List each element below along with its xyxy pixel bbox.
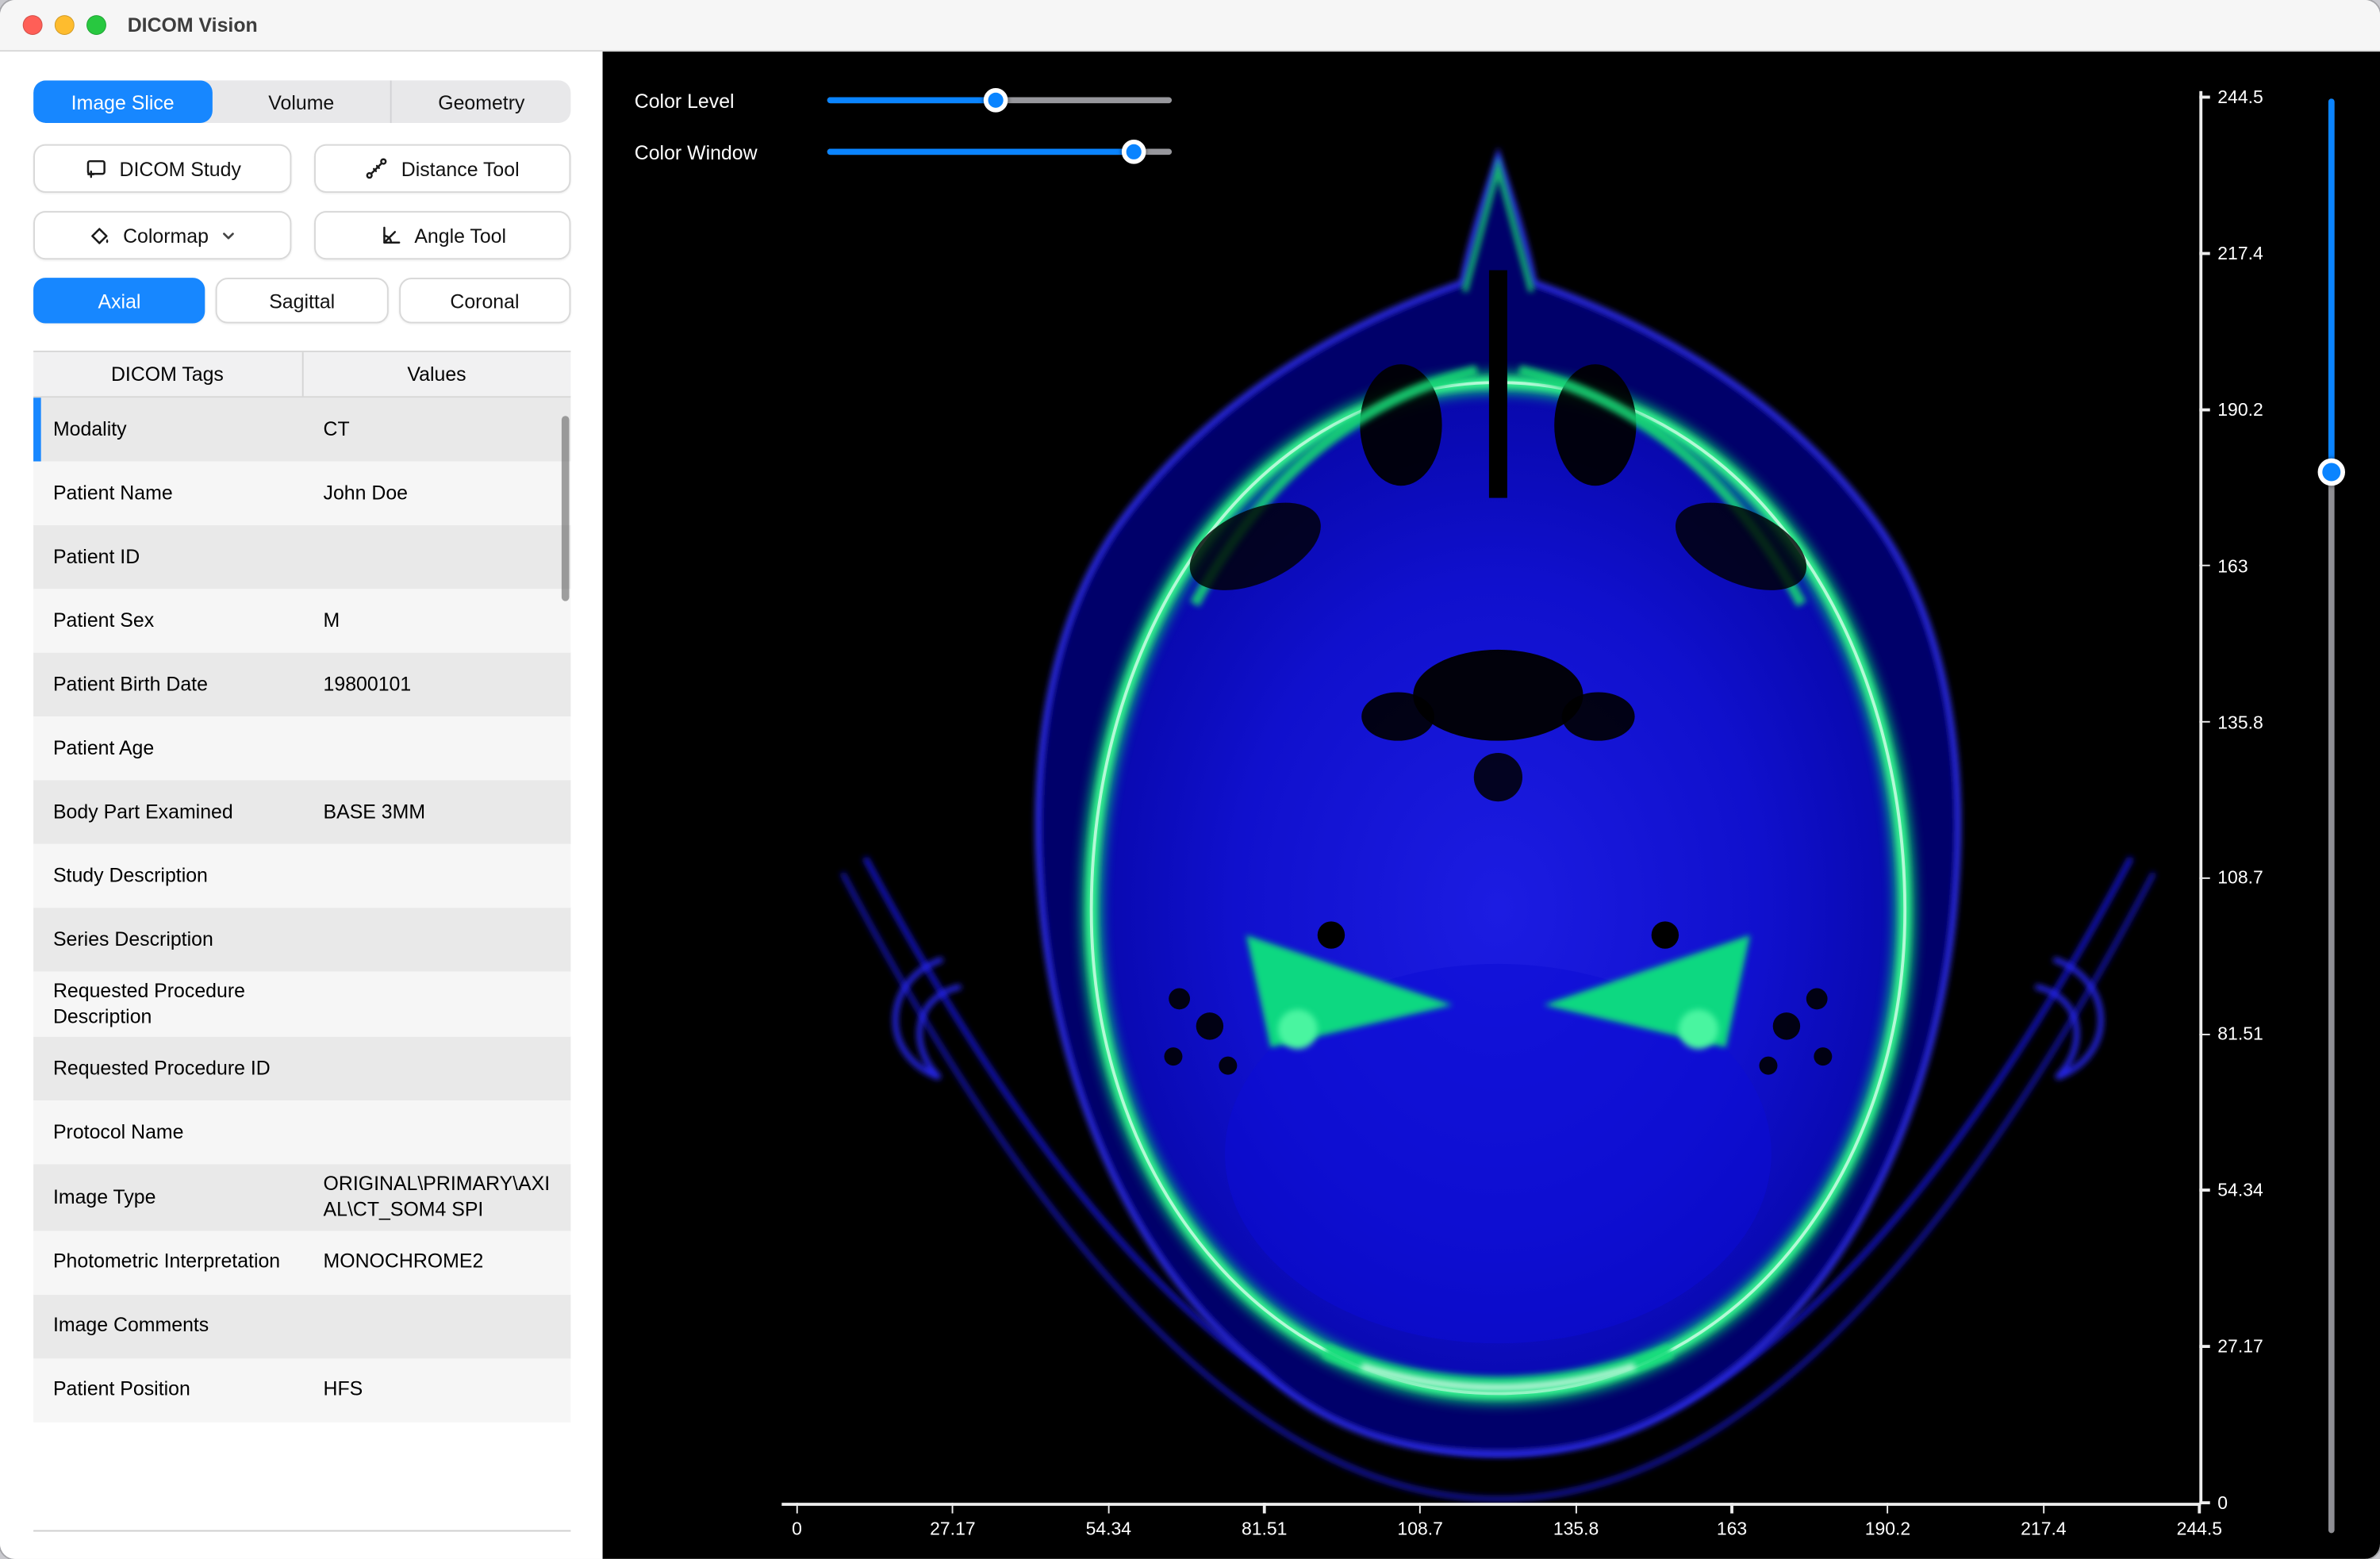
viewer-canvas[interactable]: Color Level Color Window xyxy=(603,52,2380,1559)
table-row-photometric-interpretation[interactable]: Photometric InterpretationMONOCHROME2 xyxy=(33,1231,570,1294)
x-tick-label: 0 xyxy=(792,1518,802,1539)
table-body: ModalityCT Patient NameJohn Doe Patient … xyxy=(33,397,570,1422)
x-tick-label: 190.2 xyxy=(1865,1518,1910,1539)
y-tick-label: 190.2 xyxy=(2217,399,2263,420)
angle-tool-button[interactable]: Angle Tool xyxy=(313,211,570,259)
table-row-patient-age[interactable]: Patient Age xyxy=(33,716,570,780)
table-row-series-description[interactable]: Series Description xyxy=(33,908,570,971)
tab-geometry[interactable]: Geometry xyxy=(390,80,570,123)
column-header-tags: DICOM Tags xyxy=(33,352,303,396)
minimize-button[interactable] xyxy=(55,15,75,35)
tool-buttons: DICOM Study Distance Tool xyxy=(33,144,570,259)
table-row-image-comments[interactable]: Image Comments xyxy=(33,1294,570,1357)
colormap-label: Colormap xyxy=(123,224,209,247)
table-row-requested-procedure-description[interactable]: Requested Procedure Description xyxy=(33,971,570,1037)
colormap-button[interactable]: Colormap xyxy=(33,211,290,259)
y-tick-label: 163 xyxy=(2217,555,2248,577)
y-tick-label: 81.51 xyxy=(2217,1023,2263,1045)
zoom-button[interactable] xyxy=(86,15,106,35)
table-row-patient-birth-date[interactable]: Patient Birth Date19800101 xyxy=(33,653,570,716)
y-axis-ticks: 244.5 217.4 190.2 163 135.8 108.7 81.51 … xyxy=(2199,97,2290,1503)
table-row-patient-position[interactable]: Patient PositionHFS xyxy=(33,1357,570,1421)
selected-row-indicator xyxy=(33,397,41,461)
distance-tool-button[interactable]: Distance Tool xyxy=(313,144,570,193)
sagittal-button[interactable]: Sagittal xyxy=(216,278,388,323)
slice-slider-handle[interactable] xyxy=(2318,458,2345,485)
y-tick-label: 0 xyxy=(2217,1492,2228,1514)
window-title: DICOM Vision xyxy=(128,13,258,36)
angle-ruler-icon xyxy=(378,223,402,248)
dicom-study-label: DICOM Study xyxy=(119,157,240,180)
slice-slider[interactable] xyxy=(2318,98,2345,1533)
table-row-protocol-name[interactable]: Protocol Name xyxy=(33,1101,570,1165)
mode-tabs: Image Slice Volume Geometry xyxy=(33,80,570,123)
paint-bucket-icon xyxy=(86,223,111,248)
table-header: DICOM Tags Values xyxy=(33,352,570,397)
titlebar: DICOM Vision xyxy=(0,0,2380,52)
distance-tool-label: Distance Tool xyxy=(401,157,520,180)
table-row-requested-procedure-id[interactable]: Requested Procedure ID xyxy=(33,1037,570,1100)
column-header-values: Values xyxy=(303,352,571,396)
x-tick-label: 108.7 xyxy=(1397,1518,1442,1539)
close-button[interactable] xyxy=(23,15,43,35)
table-row-image-type[interactable]: Image TypeORIGINAL\PRIMARY\AXIAL\CT_SOM4… xyxy=(33,1165,570,1231)
y-tick-label: 108.7 xyxy=(2217,867,2263,889)
traffic-lights xyxy=(23,15,106,35)
tab-volume[interactable]: Volume xyxy=(212,80,390,123)
study-card-plus-icon xyxy=(83,156,108,181)
y-tick-label: 54.34 xyxy=(2217,1180,2263,1201)
dicom-study-button[interactable]: DICOM Study xyxy=(33,144,290,193)
table-row-study-description[interactable]: Study Description xyxy=(33,844,570,908)
x-tick-label: 217.4 xyxy=(2021,1518,2066,1539)
view-orientation-buttons: Axial Sagittal Coronal xyxy=(33,278,570,323)
table-row-patient-name[interactable]: Patient NameJohn Doe xyxy=(33,462,570,525)
table-row-body-part-examined[interactable]: Body Part ExaminedBASE 3MM xyxy=(33,780,570,843)
tab-image-slice[interactable]: Image Slice xyxy=(33,80,212,123)
axial-button[interactable]: Axial xyxy=(33,278,205,323)
chevron-down-icon xyxy=(221,227,237,244)
table-row-modality[interactable]: ModalityCT xyxy=(33,397,570,461)
x-tick-label: 81.51 xyxy=(1242,1518,1287,1539)
slice-slider-fill xyxy=(2328,98,2335,471)
x-tick-label: 135.8 xyxy=(1553,1518,1599,1539)
angle-tool-label: Angle Tool xyxy=(414,224,506,247)
sidebar: Image Slice Volume Geometry DICOM Study xyxy=(0,52,603,1559)
y-tick-label: 27.17 xyxy=(2217,1336,2263,1357)
y-tick-label: 217.4 xyxy=(2217,243,2263,264)
x-tick-label: 244.5 xyxy=(2177,1518,2222,1539)
app-window: DICOM Vision Image Slice Volume Geometry… xyxy=(0,0,2380,1559)
distance-caliper-icon xyxy=(365,156,390,181)
dicom-tags-table: DICOM Tags Values ModalityCT Patient Nam… xyxy=(33,351,570,1532)
ct-slice-image xyxy=(797,91,2199,1503)
coronal-button[interactable]: Coronal xyxy=(399,278,571,323)
x-tick-label: 27.17 xyxy=(930,1518,975,1539)
x-tick-label: 54.34 xyxy=(1086,1518,1131,1539)
y-tick-label: 244.5 xyxy=(2217,86,2263,108)
table-row-patient-id[interactable]: Patient ID xyxy=(33,525,570,589)
x-tick-label: 163 xyxy=(1717,1518,1747,1539)
table-row-patient-sex[interactable]: Patient SexM xyxy=(33,589,570,652)
y-tick-label: 135.8 xyxy=(2217,711,2263,732)
x-axis-ticks: 0 27.17 54.34 81.51 108.7 135.8 163 190.… xyxy=(797,1503,2199,1539)
table-scrollbar[interactable] xyxy=(562,416,570,601)
